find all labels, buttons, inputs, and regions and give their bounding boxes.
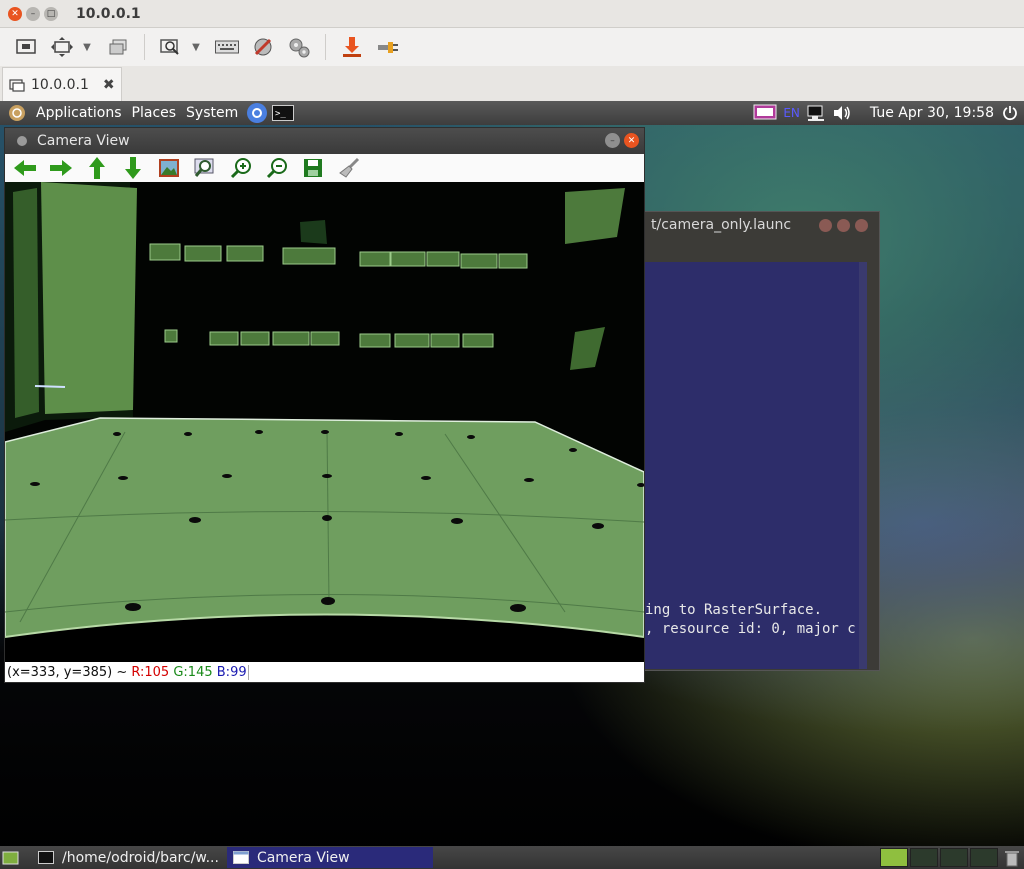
menu-system[interactable]: System [186,105,238,121]
taskbar-item-label: Camera View [256,849,350,866]
terminal-maximize-button[interactable] [837,219,850,232]
arrow-left-icon[interactable] [11,156,39,180]
browser-icon[interactable] [246,102,268,124]
zoom-out-icon[interactable] [263,156,291,180]
camera-status-bar: (x=333, y=385) ~ R:105 G:145 B:99 [5,662,644,682]
gnome-top-panel: Applications Places System >_ EN Tue Apr… [0,101,1024,125]
toolbar-divider [144,34,145,60]
terminal-launcher-icon[interactable]: >_ [272,105,295,121]
window-maximize-button[interactable]: □ [44,6,58,21]
bottom-taskbar: /home/odroid/barc/w... Camera View [0,846,1024,869]
terminal-line: ing to RasterSurface. [645,602,823,618]
power-icon[interactable] [1002,105,1018,121]
camera-view-titlebar: Camera View – ✕ [5,128,644,154]
remote-desktop-icon [9,78,25,92]
window-icon [232,851,249,864]
clear-brush-icon[interactable] [335,156,363,180]
workspace-3[interactable] [940,848,968,867]
cursor-coordinates: (x=333, y=385) ~ [7,664,128,680]
svg-text:>_: >_ [275,109,286,119]
close-icon[interactable]: ✖ [103,77,115,93]
pixel-blue-value: B:99 [216,664,249,680]
menu-applications[interactable]: Applications [36,105,122,121]
terminal-close-button[interactable] [855,219,868,232]
menu-places[interactable]: Places [132,105,177,121]
preferences-icon[interactable] [250,34,276,60]
toolbar-divider [325,34,326,60]
disconnect-icon[interactable] [375,34,401,60]
camera-view-close-button[interactable]: ✕ [624,133,639,148]
image-icon[interactable] [155,156,183,180]
panel-indicators: EN Tue Apr 30, 19:58 [747,104,1018,122]
terminal-scrollbar[interactable] [859,262,867,669]
arrow-down-icon[interactable] [119,156,147,180]
terminal-minimize-button[interactable] [819,219,832,232]
monitor-icon[interactable] [753,104,777,122]
window-menu-icon[interactable] [17,136,27,146]
camera-view-toolbar [5,154,644,182]
keyboard-layout-indicator[interactable]: EN [783,106,800,120]
vnc-tabbar: 10.0.0.1 ✖ [0,66,1024,101]
vnc-toolbar: ▼ ▼ [0,28,1024,66]
taskbar-item-terminal[interactable]: /home/odroid/barc/w... [32,847,225,868]
tab-remote-session[interactable]: 10.0.0.1 ✖ [2,67,122,101]
arrow-up-icon[interactable] [83,156,111,180]
window-close-button[interactable]: ✕ [8,6,22,21]
taskbar-item-label: /home/odroid/barc/w... [62,849,219,866]
network-icon[interactable] [806,104,826,122]
chevron-down-icon[interactable]: ▼ [80,42,94,53]
pixel-red-value: R:105 [131,664,170,680]
ubuntu-logo-icon[interactable] [8,104,26,122]
workspace-switcher [878,848,998,867]
vnc-titlebar: ✕ – □ 10.0.0.1 [0,0,1024,28]
remote-desktop[interactable]: Applications Places System >_ EN Tue Apr… [0,101,1024,869]
save-icon[interactable] [299,156,327,180]
workspace-1[interactable] [880,848,908,867]
zoom-fit-icon[interactable] [191,156,219,180]
workspace-4[interactable] [970,848,998,867]
fit-window-icon[interactable] [49,34,75,60]
camera-image[interactable] [5,182,644,662]
pixel-green-value: G:145 [173,664,213,680]
show-desktop-icon[interactable] [2,850,20,866]
terminal-line: , resource id: 0, major c [645,621,856,637]
arrow-right-icon[interactable] [47,156,75,180]
workspace-2[interactable] [910,848,938,867]
zoom-in-icon[interactable] [227,156,255,180]
camera-view-minimize-button[interactable]: – [605,133,620,148]
settings-gears-icon[interactable] [286,34,312,60]
terminal-icon [38,851,54,864]
chevron-down-icon[interactable]: ▼ [189,42,203,53]
taskbar-item-camera-view[interactable]: Camera View [226,847,433,868]
zoom-icon[interactable] [158,34,184,60]
window-title: 10.0.0.1 [76,5,141,22]
clock[interactable]: Tue Apr 30, 19:58 [870,105,994,121]
tab-label: 10.0.0.1 [31,76,89,93]
view-options-icon[interactable] [105,34,131,60]
transfer-icon[interactable] [339,34,365,60]
camera-view-window[interactable]: Camera View – ✕ (x=333, y=385) ~ R:105 G… [4,127,645,683]
window-minimize-button[interactable]: – [26,6,40,21]
volume-icon[interactable] [832,105,852,121]
trash-icon[interactable] [1004,849,1020,867]
remote-desktop-icon[interactable] [13,34,39,60]
camera-view-title: Camera View [37,133,130,149]
keyboard-icon[interactable] [214,34,240,60]
